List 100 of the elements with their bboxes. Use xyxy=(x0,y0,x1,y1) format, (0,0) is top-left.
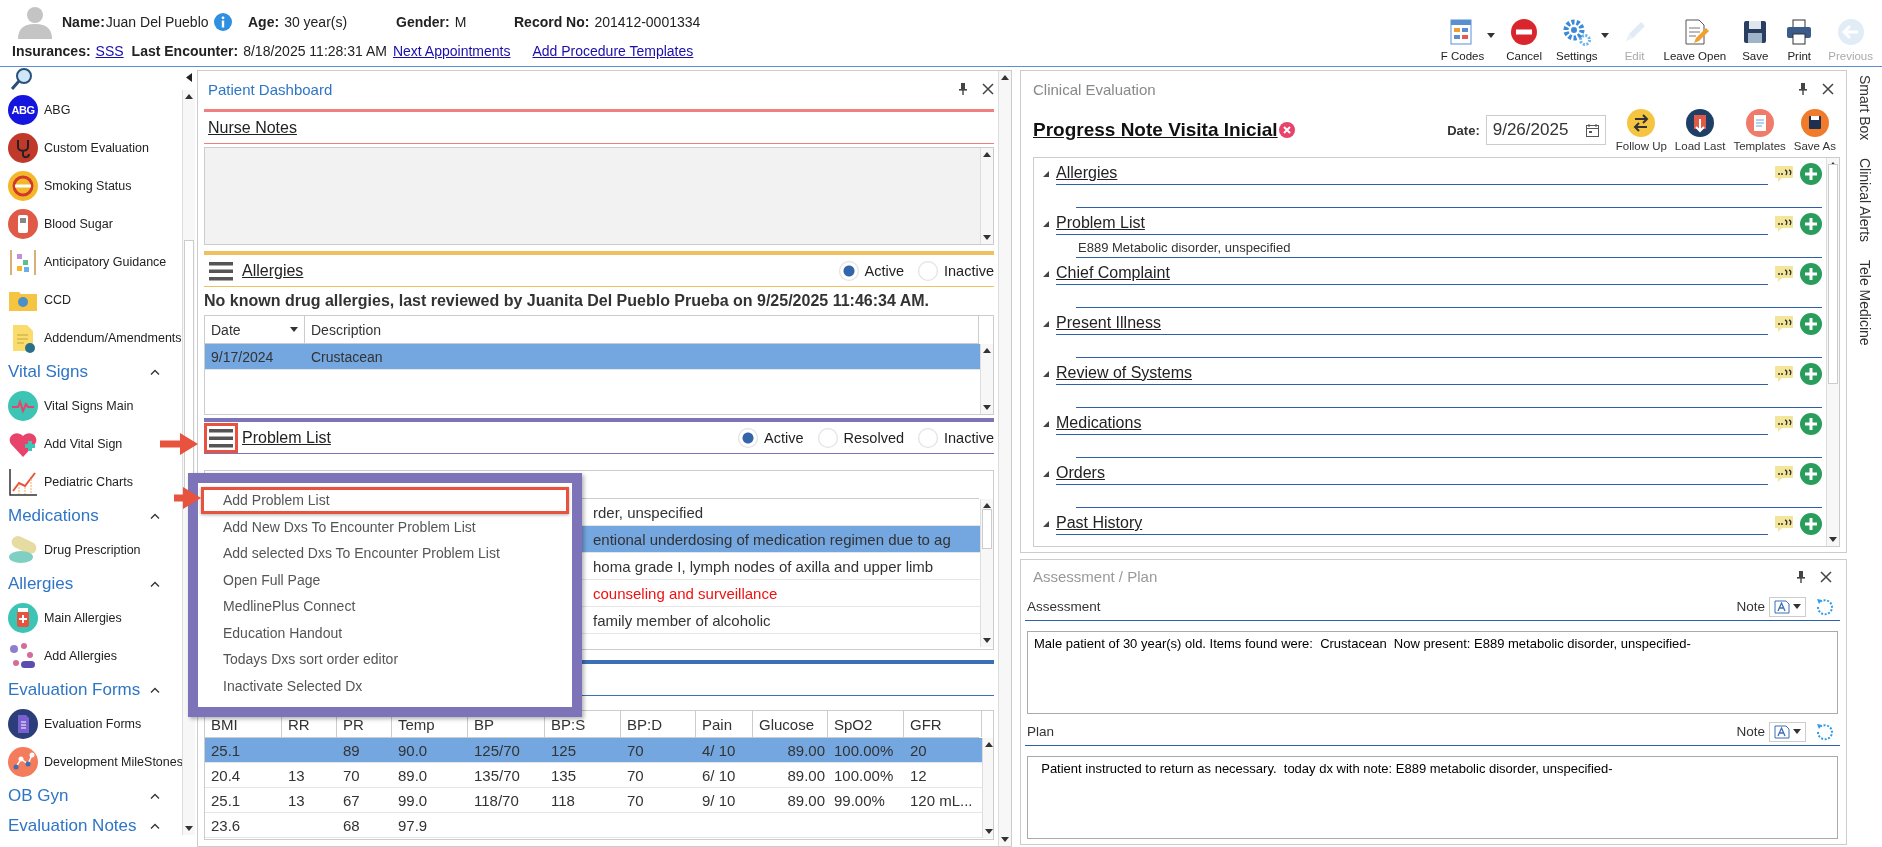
caret-icon[interactable] xyxy=(1487,33,1496,38)
scroll-up-icon[interactable] xyxy=(983,151,991,157)
collapse-icon[interactable] xyxy=(185,73,192,82)
info-icon[interactable] xyxy=(213,13,232,31)
section-title[interactable]: Chief Complaint xyxy=(1056,264,1768,285)
table-row[interactable]: 25.1 89 90.0 125/70 125 70 4/ 10 89.00 100.00% 20 xyxy=(205,738,982,763)
expander-icon[interactable] xyxy=(1042,170,1050,178)
scroll-up-icon[interactable] xyxy=(1001,74,1009,80)
chevron-icon[interactable] xyxy=(150,581,160,587)
scroll-up-icon[interactable] xyxy=(185,93,193,99)
chevron-icon[interactable] xyxy=(150,369,160,375)
expander-icon[interactable] xyxy=(1042,420,1050,428)
sidebar-item[interactable]: Custom Evaluation xyxy=(8,129,149,167)
sidebar-group-header[interactable]: Vital Signs xyxy=(8,357,182,387)
section-title[interactable]: Medications xyxy=(1056,414,1768,435)
comment-icon[interactable] xyxy=(1774,465,1794,483)
header-link[interactable]: Add Procedure Templates xyxy=(532,43,694,59)
action-button[interactable]: Follow Up xyxy=(1611,108,1671,152)
text-format-icon[interactable] xyxy=(1774,599,1790,614)
comment-icon[interactable] xyxy=(1774,415,1794,433)
chevron-icon[interactable] xyxy=(150,793,160,799)
expander-icon[interactable] xyxy=(1042,270,1050,278)
side-tab[interactable]: Smart Box xyxy=(1856,75,1873,141)
refresh-icon[interactable] xyxy=(1814,721,1836,743)
expander-icon[interactable] xyxy=(1042,520,1050,528)
action-button[interactable]: Load Last xyxy=(1670,108,1730,152)
column-header[interactable]: Pain xyxy=(696,711,753,737)
action-button[interactable]: Save As xyxy=(1789,108,1840,152)
add-icon[interactable] xyxy=(1800,313,1822,335)
column-header[interactable]: GFR xyxy=(904,711,982,737)
scroll-down-icon[interactable] xyxy=(983,638,991,644)
expander-icon[interactable] xyxy=(1042,320,1050,328)
add-icon[interactable] xyxy=(1800,163,1822,185)
close-icon[interactable] xyxy=(982,83,994,95)
menu-item[interactable]: Todays Dxs sort order editor xyxy=(201,646,569,673)
sidebar-group-header[interactable]: Medications xyxy=(8,501,182,531)
radio-option[interactable]: Active xyxy=(738,427,804,448)
comment-icon[interactable] xyxy=(1774,165,1794,183)
sidebar-item[interactable]: Main Allergies xyxy=(8,599,122,637)
caret-icon[interactable] xyxy=(1793,604,1801,610)
notes-field[interactable] xyxy=(204,147,994,245)
section-title[interactable]: Problem List xyxy=(1056,214,1768,235)
add-icon[interactable] xyxy=(1800,263,1822,285)
section-title[interactable]: Allergies xyxy=(1056,164,1768,185)
settings-button[interactable]: Settings xyxy=(1549,17,1605,62)
add-icon[interactable] xyxy=(1800,213,1822,235)
chevron-icon[interactable] xyxy=(150,687,160,693)
section-title[interactable]: Orders xyxy=(1056,464,1768,485)
close-icon[interactable] xyxy=(1822,83,1834,95)
sidebar-item[interactable]: CCD xyxy=(8,281,72,319)
scroll-down-icon[interactable] xyxy=(1829,537,1837,543)
sidebar-item[interactable]: Anticipatory Guidance xyxy=(8,243,167,281)
column-header[interactable]: Glucose xyxy=(753,711,828,737)
sidebar-item[interactable]: Addendum/Amendments xyxy=(8,319,182,357)
sidebar-item[interactable]: Add Allergies xyxy=(8,637,117,675)
date-field[interactable]: 9/26/2025 xyxy=(1485,115,1606,145)
comment-icon[interactable] xyxy=(1774,365,1794,383)
scroll-thumb[interactable] xyxy=(1828,164,1838,384)
add-icon[interactable] xyxy=(1800,513,1822,535)
radio-option[interactable]: Resolved xyxy=(817,427,904,448)
remove-icon[interactable] xyxy=(1278,122,1295,138)
section-title[interactable]: Past History xyxy=(1056,514,1768,535)
radio-option[interactable]: Inactive xyxy=(918,427,994,448)
sidebar-group-header[interactable]: Allergies xyxy=(8,569,182,599)
sort-icon[interactable] xyxy=(290,327,298,332)
menu-item[interactable]: Inactivate Selected Dx xyxy=(201,672,569,699)
text-format-icon[interactable] xyxy=(1774,725,1790,739)
sidebar-item[interactable]: Blood Sugar xyxy=(8,205,113,243)
caret-icon[interactable] xyxy=(1793,729,1801,735)
scroll-down-icon[interactable] xyxy=(983,235,991,241)
expander-icon[interactable] xyxy=(1042,470,1050,478)
comment-icon[interactable] xyxy=(1774,315,1794,333)
scroll-down-icon[interactable] xyxy=(983,405,991,411)
sidebar-item[interactable]: Development MileStones xyxy=(8,743,182,781)
add-icon[interactable] xyxy=(1800,413,1822,435)
side-tab[interactable]: Tele Medicine xyxy=(1856,260,1873,346)
sidebar-item[interactable]: Vital Signs Main xyxy=(8,387,134,425)
comment-icon[interactable] xyxy=(1774,515,1794,533)
table-row[interactable]: 9/17/2024 Crustacean xyxy=(205,344,980,370)
sidebar-item[interactable]: Pediatric Charts xyxy=(8,463,133,501)
scroll-up-icon[interactable] xyxy=(985,741,993,747)
pin-icon[interactable] xyxy=(958,83,968,95)
chevron-icon[interactable] xyxy=(150,513,160,519)
table-row[interactable]: 25.1 13 67 99.0 118/70 118 70 9/ 10 89.00 99.00% 120 mL... xyxy=(205,788,982,813)
add-icon[interactable] xyxy=(1800,463,1822,485)
pin-icon[interactable] xyxy=(1798,83,1808,95)
expander-icon[interactable] xyxy=(1042,370,1050,378)
codes-button[interactable]: F Codes xyxy=(1433,17,1492,62)
close-icon[interactable] xyxy=(1820,570,1832,583)
leave-open-button[interactable]: Leave Open xyxy=(1656,17,1734,62)
add-icon[interactable] xyxy=(1800,363,1822,385)
sidebar-group-header[interactable]: Evaluation Forms xyxy=(8,675,182,705)
sidebar-item[interactable]: Evaluation Forms xyxy=(8,705,142,743)
sidebar-group-header[interactable]: Evaluation Notes xyxy=(8,811,182,841)
scroll-down-icon[interactable] xyxy=(185,826,193,832)
comment-icon[interactable] xyxy=(1774,215,1794,233)
insurance-link[interactable]: SSS xyxy=(95,43,124,59)
section-title[interactable]: Review of Systems xyxy=(1056,364,1768,385)
column-header[interactable]: Date xyxy=(205,316,305,343)
radio-option[interactable]: Active xyxy=(838,260,904,281)
